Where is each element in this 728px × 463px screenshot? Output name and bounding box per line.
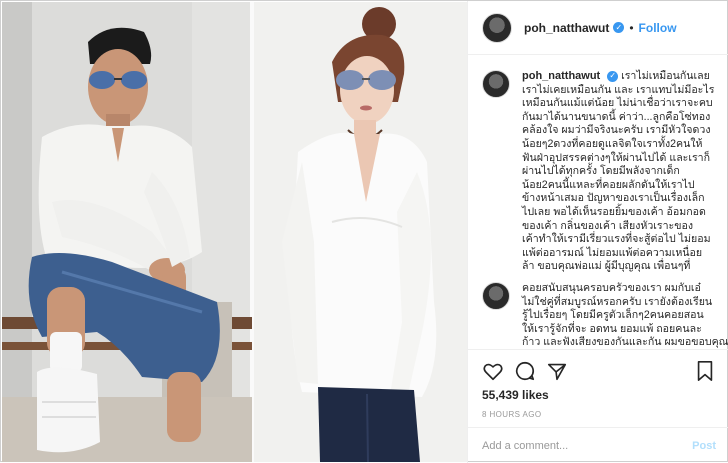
comment-line: รู้ไปเรื่อยๆ โดยมีครูตัวเล็กๆ2คนคอยสอน — [522, 309, 704, 322]
caption-line: ล้า ขอบคุณพ่อแม่ ผู้มีบุญคุณ เพื่อนๆที่ — [522, 260, 691, 273]
caption-username[interactable]: poh_natthawut — [522, 70, 600, 82]
comment-text: คอยสนับสนุนครอบครัวของเรา ผมกับเอ๋ ไม่ใช… — [522, 281, 728, 349]
caption-line: เราไม่เหมือนกันเลย — [621, 70, 710, 82]
post-photo[interactable] — [2, 2, 467, 462]
caption-line: น้อย2คนนี้แหละที่คอยผลักดันให้เราไป — [522, 178, 695, 191]
caption-line: คล้องใจ ผมว่ามีจริงนะครับ เรามีหัวใจดวง — [522, 124, 711, 137]
comments-list[interactable]: poh_natthawut ✓ เราไม่เหมือนกันเลย เราไม… — [468, 56, 728, 349]
caption-line: ของเค้า กลิ่นของเค้า เสียงหัวเราะของ — [522, 219, 694, 232]
action-icons — [482, 358, 716, 384]
separator-dot: • — [629, 20, 634, 35]
likes-count[interactable]: 55,439 likes — [482, 388, 716, 402]
verified-icon: ✓ — [607, 70, 619, 82]
couple-photo-illustration — [2, 2, 467, 462]
comment-line: ให้เรารู้จักที่จะ อดทน ยอมแพ้ ถอยคนละ — [522, 322, 702, 335]
caption-line: ฟันฝ่าอุปสรรคต่างๆให้ผ่านไปได้ และเราก็ — [522, 151, 711, 164]
caption-line: เราไม่เคยเหมือนกัน และ เราแทบไม่มีอะไร — [522, 83, 715, 96]
comment-avatar[interactable] — [482, 281, 510, 310]
post-header: poh_natthawut ✓ • Follow — [468, 1, 728, 55]
bookmark-icon[interactable] — [694, 360, 716, 382]
caption-line: กันมาได้นานขนาดนี้ ค่าว่า...ลูกคือโซ่ทอง — [522, 110, 711, 123]
caption-line: ผ่านไปได้ทุกครั้ง โดยมีพลังจากเด็ก — [522, 165, 680, 178]
caption-line: เค้าทำให้เรามีเรี่ยวแรงที่จะสู้ต่อไป ไม่… — [522, 233, 711, 246]
post-actions: 55,439 likes 8 HOURS AGO — [468, 349, 728, 431]
heart-icon[interactable] — [482, 360, 504, 382]
add-comment-input[interactable] — [482, 439, 693, 452]
comment-icon[interactable] — [514, 360, 536, 382]
add-comment-bar: Post — [468, 427, 728, 463]
comment-line: ก้าว และฟังเสียงของกันและกัน ผมขอขอบคุณ — [522, 336, 728, 349]
instagram-post-window: poh_natthawut ✓ • Follow poh_natthawut ✓… — [0, 0, 728, 463]
caption-text: poh_natthawut ✓ เราไม่เหมือนกันเลย เราไม… — [522, 70, 716, 274]
comment-line: คอยสนับสนุนครอบครัวของเรา ผมกับเอ๋ — [522, 281, 701, 294]
caption-line: ข้างหน้าเสมอ ปัญหาของเราเป็นเรื่องเล็ก — [522, 192, 705, 205]
post-comment-button[interactable]: Post — [692, 440, 716, 452]
second-comment: คอยสนับสนุนครอบครัวของเรา ผมกับเอ๋ ไม่ใช… — [482, 281, 728, 349]
caption-line: น้อยๆ2ดวงที่คอยดูแลจิตใจเราทั้ง2คนให้ — [522, 137, 703, 150]
share-icon[interactable] — [546, 360, 568, 382]
follow-button[interactable]: Follow — [639, 21, 677, 35]
comment-line: ไม่ใช่คู่ที่สมบูรณ์หรอกครับ เรายังต้องเร… — [522, 295, 713, 308]
caption-line: เหมือนกันแม้แต่น้อย ไม่น่าเชื่อว่าเราจะค… — [522, 97, 713, 110]
avatar[interactable] — [482, 12, 512, 43]
caption-line: แพ้ต่ออารมณ์ ไม่ยอมแพ้ต่อความเหนื่อย — [522, 246, 703, 259]
caption-line: ไปเลย พอได้เห็นรอยยิ้มของเค้า อ้อมกอด — [522, 205, 706, 218]
caption-avatar[interactable] — [482, 70, 510, 98]
post-side-panel: poh_natthawut ✓ • Follow poh_natthawut ✓… — [467, 1, 728, 463]
post-timestamp: 8 HOURS AGO — [482, 410, 542, 419]
caption-comment: poh_natthawut ✓ เราไม่เหมือนกันเลย เราไม… — [482, 70, 716, 274]
verified-icon: ✓ — [613, 22, 625, 33]
header-username[interactable]: poh_natthawut — [524, 21, 609, 35]
